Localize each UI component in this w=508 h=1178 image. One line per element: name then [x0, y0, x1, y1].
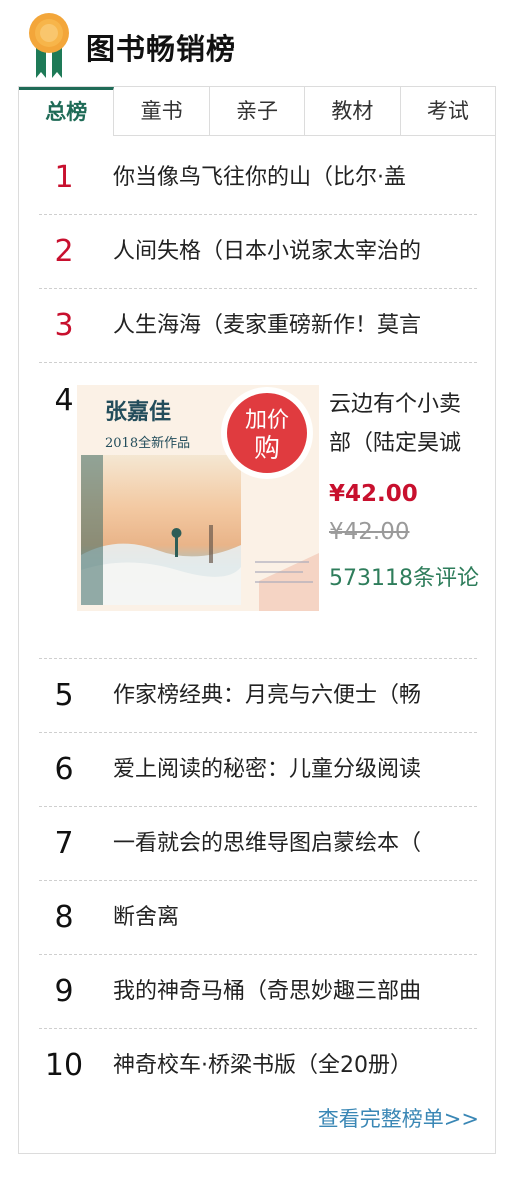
- promo-line-1: 加价: [245, 408, 289, 433]
- book-title-link[interactable]: 作家榜经典：月亮与六便士（畅: [113, 659, 475, 732]
- tab-children[interactable]: 童书: [114, 87, 210, 135]
- list-item[interactable]: 6 爱上阅读的秘密：儿童分级阅读: [39, 733, 477, 807]
- rank-number: 8: [54, 900, 74, 935]
- original-price: ¥42.00: [329, 519, 410, 545]
- tab-bar: 总榜 童书 亲子 教材 考试: [19, 87, 496, 136]
- rank-number: 9: [54, 974, 74, 1009]
- book-title-link[interactable]: 爱上阅读的秘密：儿童分级阅读: [113, 733, 475, 806]
- review-count-link[interactable]: 573118条评论: [329, 563, 479, 595]
- list-item[interactable]: 10 神奇校车·桥梁书版（全20册）: [39, 1029, 477, 1103]
- list-item[interactable]: 9 我的神奇马桶（奇思妙趣三部曲: [39, 955, 477, 1029]
- rank-number: 7: [54, 826, 74, 861]
- list-item[interactable]: 7 一看就会的思维导图启蒙绘本（: [39, 807, 477, 881]
- book-title-link[interactable]: 一看就会的思维导图启蒙绘本（: [113, 807, 475, 880]
- list-item[interactable]: 1 你当像鸟飞往你的山（比尔·盖: [39, 141, 477, 215]
- book-title-link[interactable]: 云边有个小卖部（陆定昊诚: [329, 385, 479, 463]
- page-title: 图书畅销榜: [86, 32, 237, 66]
- list-item[interactable]: 3 人生海海（麦家重磅新作！莫言: [39, 289, 477, 363]
- rank-number: 2: [54, 234, 74, 269]
- list-item[interactable]: 5 作家榜经典：月亮与六便士（畅: [39, 659, 477, 733]
- book-title-link[interactable]: 人间失格（日本小说家太宰治的: [113, 215, 475, 288]
- book-cover-art: 加价 购 张嘉佳 2018全新作品: [77, 385, 319, 611]
- tab-textbooks[interactable]: 教材: [305, 87, 401, 135]
- book-title-link[interactable]: 人生海海（麦家重磅新作！莫言: [113, 289, 475, 362]
- tab-exams[interactable]: 考试: [400, 87, 496, 135]
- tab-parenting[interactable]: 亲子: [209, 87, 306, 135]
- book-cover-image[interactable]: 加价 购 张嘉佳 2018全新作品: [77, 385, 319, 611]
- featured-info: 云边有个小卖部（陆定昊诚 ¥42.00 ¥42.00 573118条评论: [329, 385, 479, 595]
- award-ribbon-icon: [29, 13, 69, 78]
- rank-number: 1: [54, 160, 74, 195]
- rank-number: 5: [54, 678, 74, 713]
- rank-number: 3: [54, 308, 74, 343]
- book-title-link[interactable]: 我的神奇马桶（奇思妙趣三部曲: [113, 955, 475, 1028]
- rank-number: 10: [44, 1048, 84, 1083]
- featured-book[interactable]: 4 加价 购 张嘉佳 2018全新作品 云边有个小卖部（陆定昊诚 ¥42.00 …: [39, 363, 479, 659]
- list-item[interactable]: 2 人间失格（日本小说家太宰治的: [39, 215, 477, 289]
- book-title-link[interactable]: 断舍离: [113, 881, 475, 954]
- current-price: ¥42.00: [329, 481, 418, 507]
- promo-line-2: 购: [254, 434, 280, 464]
- ranking-panel: 总榜 童书 亲子 教材 考试 1 你当像鸟飞往你的山（比尔·盖 2 人间失格（日…: [18, 86, 496, 1154]
- cover-author: 张嘉佳: [105, 399, 171, 425]
- list-item[interactable]: 8 断舍离: [39, 881, 477, 955]
- bestseller-widget: 图书畅销榜 总榜 童书 亲子 教材 考试 1 你当像鸟飞往你的山（比尔·盖 2 …: [0, 0, 508, 1178]
- tab-overall[interactable]: 总榜: [19, 87, 115, 136]
- view-full-list-link[interactable]: 查看完整榜单>>: [318, 1103, 479, 1133]
- cover-subtitle: 2018全新作品: [105, 435, 190, 451]
- book-title-link[interactable]: 神奇校车·桥梁书版（全20册）: [113, 1029, 475, 1102]
- book-title-link[interactable]: 你当像鸟飞往你的山（比尔·盖: [113, 141, 475, 214]
- header: 图书畅销榜: [0, 0, 508, 86]
- rank-number: 6: [54, 752, 74, 787]
